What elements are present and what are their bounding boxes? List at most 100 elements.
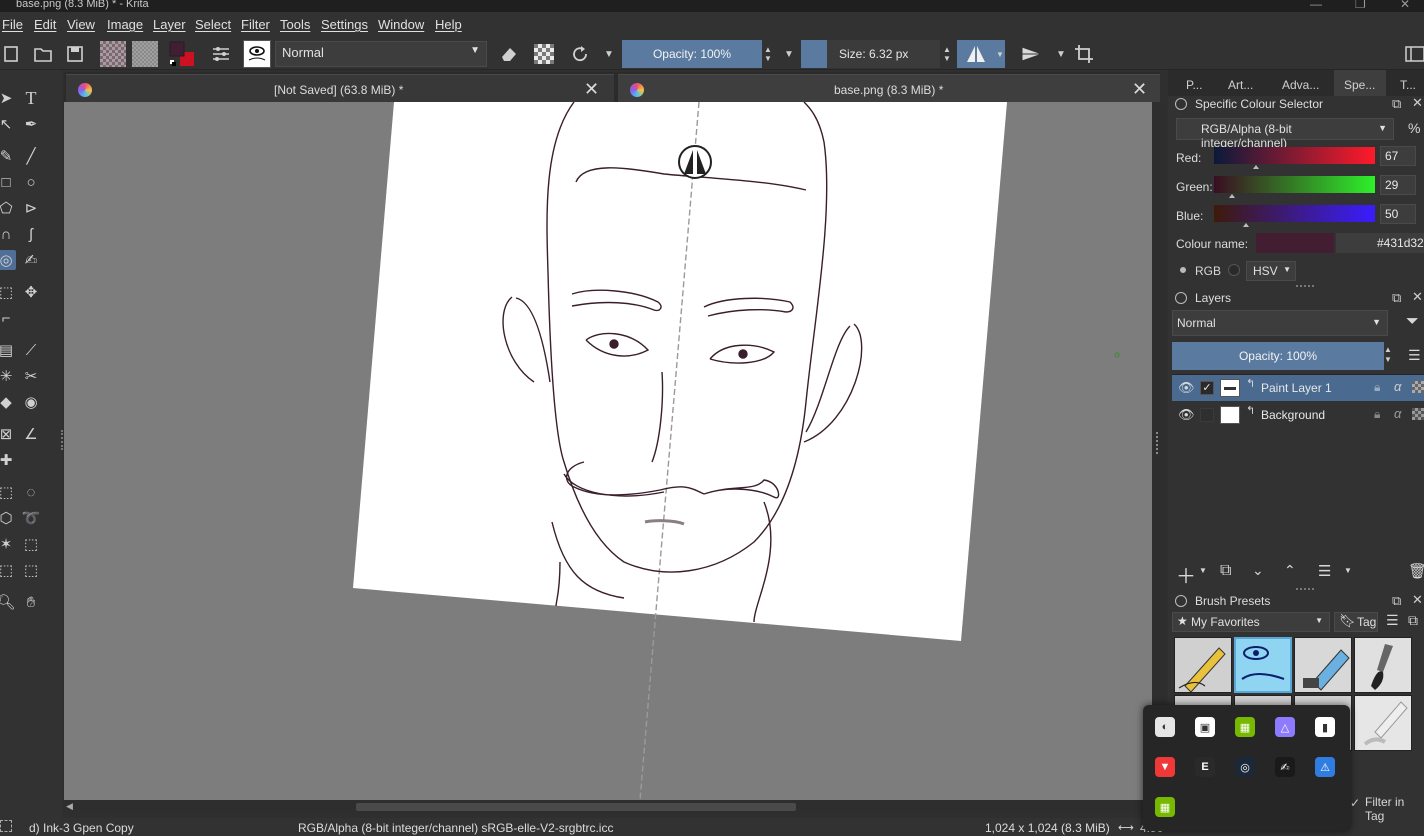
text-tool-icon[interactable]: T xyxy=(21,88,41,108)
zoom-tool-icon[interactable]: 🔍︎ xyxy=(0,592,16,612)
layer-row-background[interactable]: 👁︎ ↰ Background 🔒︎ α xyxy=(1172,402,1424,428)
chevron-down-icon[interactable]: ▼ xyxy=(1199,566,1207,575)
toolbox-resize-handle[interactable] xyxy=(61,430,63,450)
rectangular-selection-tool-icon[interactable]: ⬚ xyxy=(0,482,16,502)
tab-artistic-color[interactable]: Art... xyxy=(1228,78,1253,92)
lock-icon[interactable]: 🔒︎ xyxy=(1374,380,1380,395)
menu-select[interactable]: Select xyxy=(195,17,231,32)
new-document-icon[interactable] xyxy=(0,43,22,65)
scroll-handle[interactable] xyxy=(1156,432,1161,454)
menu-tools[interactable]: Tools xyxy=(280,17,310,32)
color-swatch-icon[interactable] xyxy=(168,40,196,68)
add-layer-icon[interactable]: ＋ xyxy=(1176,560,1196,589)
brush-preset-marker[interactable] xyxy=(1294,637,1352,693)
freehand-brush-tool-icon[interactable]: ✎ xyxy=(0,146,16,166)
menu-view[interactable]: View xyxy=(67,17,95,32)
crop-tool-icon[interactable]: ⌐ xyxy=(0,308,16,328)
pan-tool-icon[interactable]: ✋︎ xyxy=(21,592,41,612)
tab-specific-color-active[interactable]: Spe... xyxy=(1334,70,1386,96)
move-layer-up-icon[interactable]: ⌃ xyxy=(1284,562,1296,579)
layer-checkbox[interactable] xyxy=(1200,408,1214,422)
colorize-mask-tool-icon[interactable]: ✂ xyxy=(21,366,41,386)
magnetic-selection-tool-icon[interactable]: ⬚ xyxy=(21,560,41,580)
color-picker-tool-icon[interactable]: ⟋ xyxy=(21,340,41,360)
opacity-slider[interactable]: Opacity: 100% xyxy=(622,40,762,68)
layer-opacity-slider[interactable]: Opacity: 100% xyxy=(1172,342,1384,370)
lock-icon[interactable]: 🔒︎ xyxy=(1374,407,1380,422)
layer-blend-select[interactable]: Normal ▼ xyxy=(1172,310,1388,336)
colorspace-select[interactable]: RGB/Alpha (8-bit integer/channel) ▼ xyxy=(1176,118,1394,150)
reference-images-tool-icon[interactable]: ✚ xyxy=(0,450,16,470)
brush-preset-airbrush[interactable] xyxy=(1354,695,1412,751)
canvas-drawing[interactable] xyxy=(64,102,1152,800)
visibility-eye-icon[interactable]: 👁︎ xyxy=(1178,407,1195,423)
filter-icon[interactable]: ⏷ xyxy=(1406,313,1419,331)
lock-icon[interactable] xyxy=(1175,595,1187,607)
assistant-tool-icon[interactable]: ⊠ xyxy=(0,424,16,444)
close-icon[interactable]: ✕ xyxy=(1132,79,1147,100)
measure-tool-icon[interactable]: ∠ xyxy=(21,424,41,444)
scroll-left-icon[interactable]: ◀ xyxy=(66,801,73,812)
tab-advanced-color[interactable]: Adva... xyxy=(1282,78,1319,92)
chevron-down-icon[interactable]: ▼ xyxy=(598,43,620,65)
wrap-around-icon[interactable] xyxy=(1073,43,1095,65)
layer-checkbox[interactable]: ✓ xyxy=(1200,381,1214,395)
pattern-icon[interactable] xyxy=(132,41,158,67)
tag-filter-select[interactable]: ★ My Favorites ▼ xyxy=(1172,612,1330,632)
close-window-button[interactable]: ✕ xyxy=(1400,0,1410,11)
hsv-radio[interactable] xyxy=(1228,264,1240,276)
reload-preset-icon[interactable] xyxy=(569,43,591,65)
bezier-curve-tool-icon[interactable]: ∩ xyxy=(0,224,16,244)
elliptical-selection-tool-icon[interactable]: ◌ xyxy=(21,482,41,502)
xp-pen-icon[interactable]: ✍ xyxy=(1275,757,1295,777)
menu-help[interactable]: Help xyxy=(435,17,462,32)
presets-settings-icon[interactable]: ⧉ xyxy=(1408,612,1418,629)
minimize-button[interactable]: — xyxy=(1310,0,1322,11)
size-slider[interactable]: Size: 6.32 px xyxy=(827,40,940,68)
green-value-input[interactable]: 29 xyxy=(1380,175,1416,195)
calligraphy-tool-icon[interactable]: ✒ xyxy=(21,114,41,134)
layer-properties-icon[interactable]: ☰ xyxy=(1318,562,1331,580)
blue-value-input[interactable]: 50 xyxy=(1380,204,1416,224)
creative-cloud-icon[interactable]: ◐ xyxy=(1155,717,1175,737)
panel-resize-handle[interactable] xyxy=(1296,285,1314,287)
vertical-scrollbar[interactable] xyxy=(1152,102,1166,800)
steam-icon[interactable]: ◎ xyxy=(1235,757,1255,777)
save-icon[interactable] xyxy=(64,43,86,65)
presets-view-icon[interactable]: ☰ xyxy=(1386,612,1399,629)
float-docker-icon[interactable]: ⧉ xyxy=(1392,290,1401,306)
close-icon[interactable]: ✕ xyxy=(584,79,599,100)
percent-toggle[interactable]: % xyxy=(1408,120,1420,136)
float-docker-icon[interactable]: ⧉ xyxy=(1392,96,1401,112)
blue-slider-handle[interactable] xyxy=(1242,223,1249,227)
restore-button[interactable]: ❐ xyxy=(1355,0,1366,11)
size-spin-icon[interactable]: ▲ ▼ xyxy=(941,42,953,66)
mirror-horizontal-icon[interactable] xyxy=(957,40,995,68)
fill-tool-icon[interactable]: ◆ xyxy=(0,392,16,412)
menu-file[interactable]: File xyxy=(2,17,23,32)
blend-mode-select[interactable]: Normal ▼ xyxy=(275,41,487,67)
canvas-area[interactable] xyxy=(64,102,1152,800)
smart-patch-tool-icon[interactable]: ✳ xyxy=(0,366,16,386)
alpha-lock-icon[interactable] xyxy=(534,44,554,64)
rectangle-tool-icon[interactable]: □ xyxy=(0,172,16,192)
visibility-eye-icon[interactable]: 👁︎ xyxy=(1178,380,1195,396)
tab-palette[interactable]: P... xyxy=(1186,78,1202,92)
polyline-tool-icon[interactable]: ⊳ xyxy=(21,198,41,218)
gradient-icon[interactable] xyxy=(100,41,126,67)
duplicate-layer-icon[interactable]: ⧉ xyxy=(1220,562,1231,580)
transform-tool-icon[interactable]: ⬚ xyxy=(0,282,16,302)
lock-icon[interactable] xyxy=(1175,292,1187,304)
filter-in-tag-checkbox[interactable]: ✓ xyxy=(1350,796,1360,810)
delete-layer-icon[interactable]: 🗑︎ xyxy=(1408,562,1424,580)
colour-hex-input[interactable]: #431d32 xyxy=(1336,233,1424,253)
brush-preset-gpen-selected[interactable] xyxy=(1234,637,1292,693)
chevron-down-icon[interactable]: ▼ xyxy=(1344,566,1352,575)
panel-resize-handle[interactable] xyxy=(1296,588,1314,590)
tab-tool-options[interactable]: T... xyxy=(1400,78,1416,92)
menu-image[interactable]: Image xyxy=(107,17,143,32)
multibrush-tool-icon[interactable]: ✍ xyxy=(21,250,41,270)
dynamic-brush-tool-icon[interactable]: ◎ xyxy=(0,250,16,270)
zoom-fit-icon[interactable]: ⟷ xyxy=(1118,821,1134,834)
brush-preset-icon[interactable] xyxy=(243,40,271,68)
